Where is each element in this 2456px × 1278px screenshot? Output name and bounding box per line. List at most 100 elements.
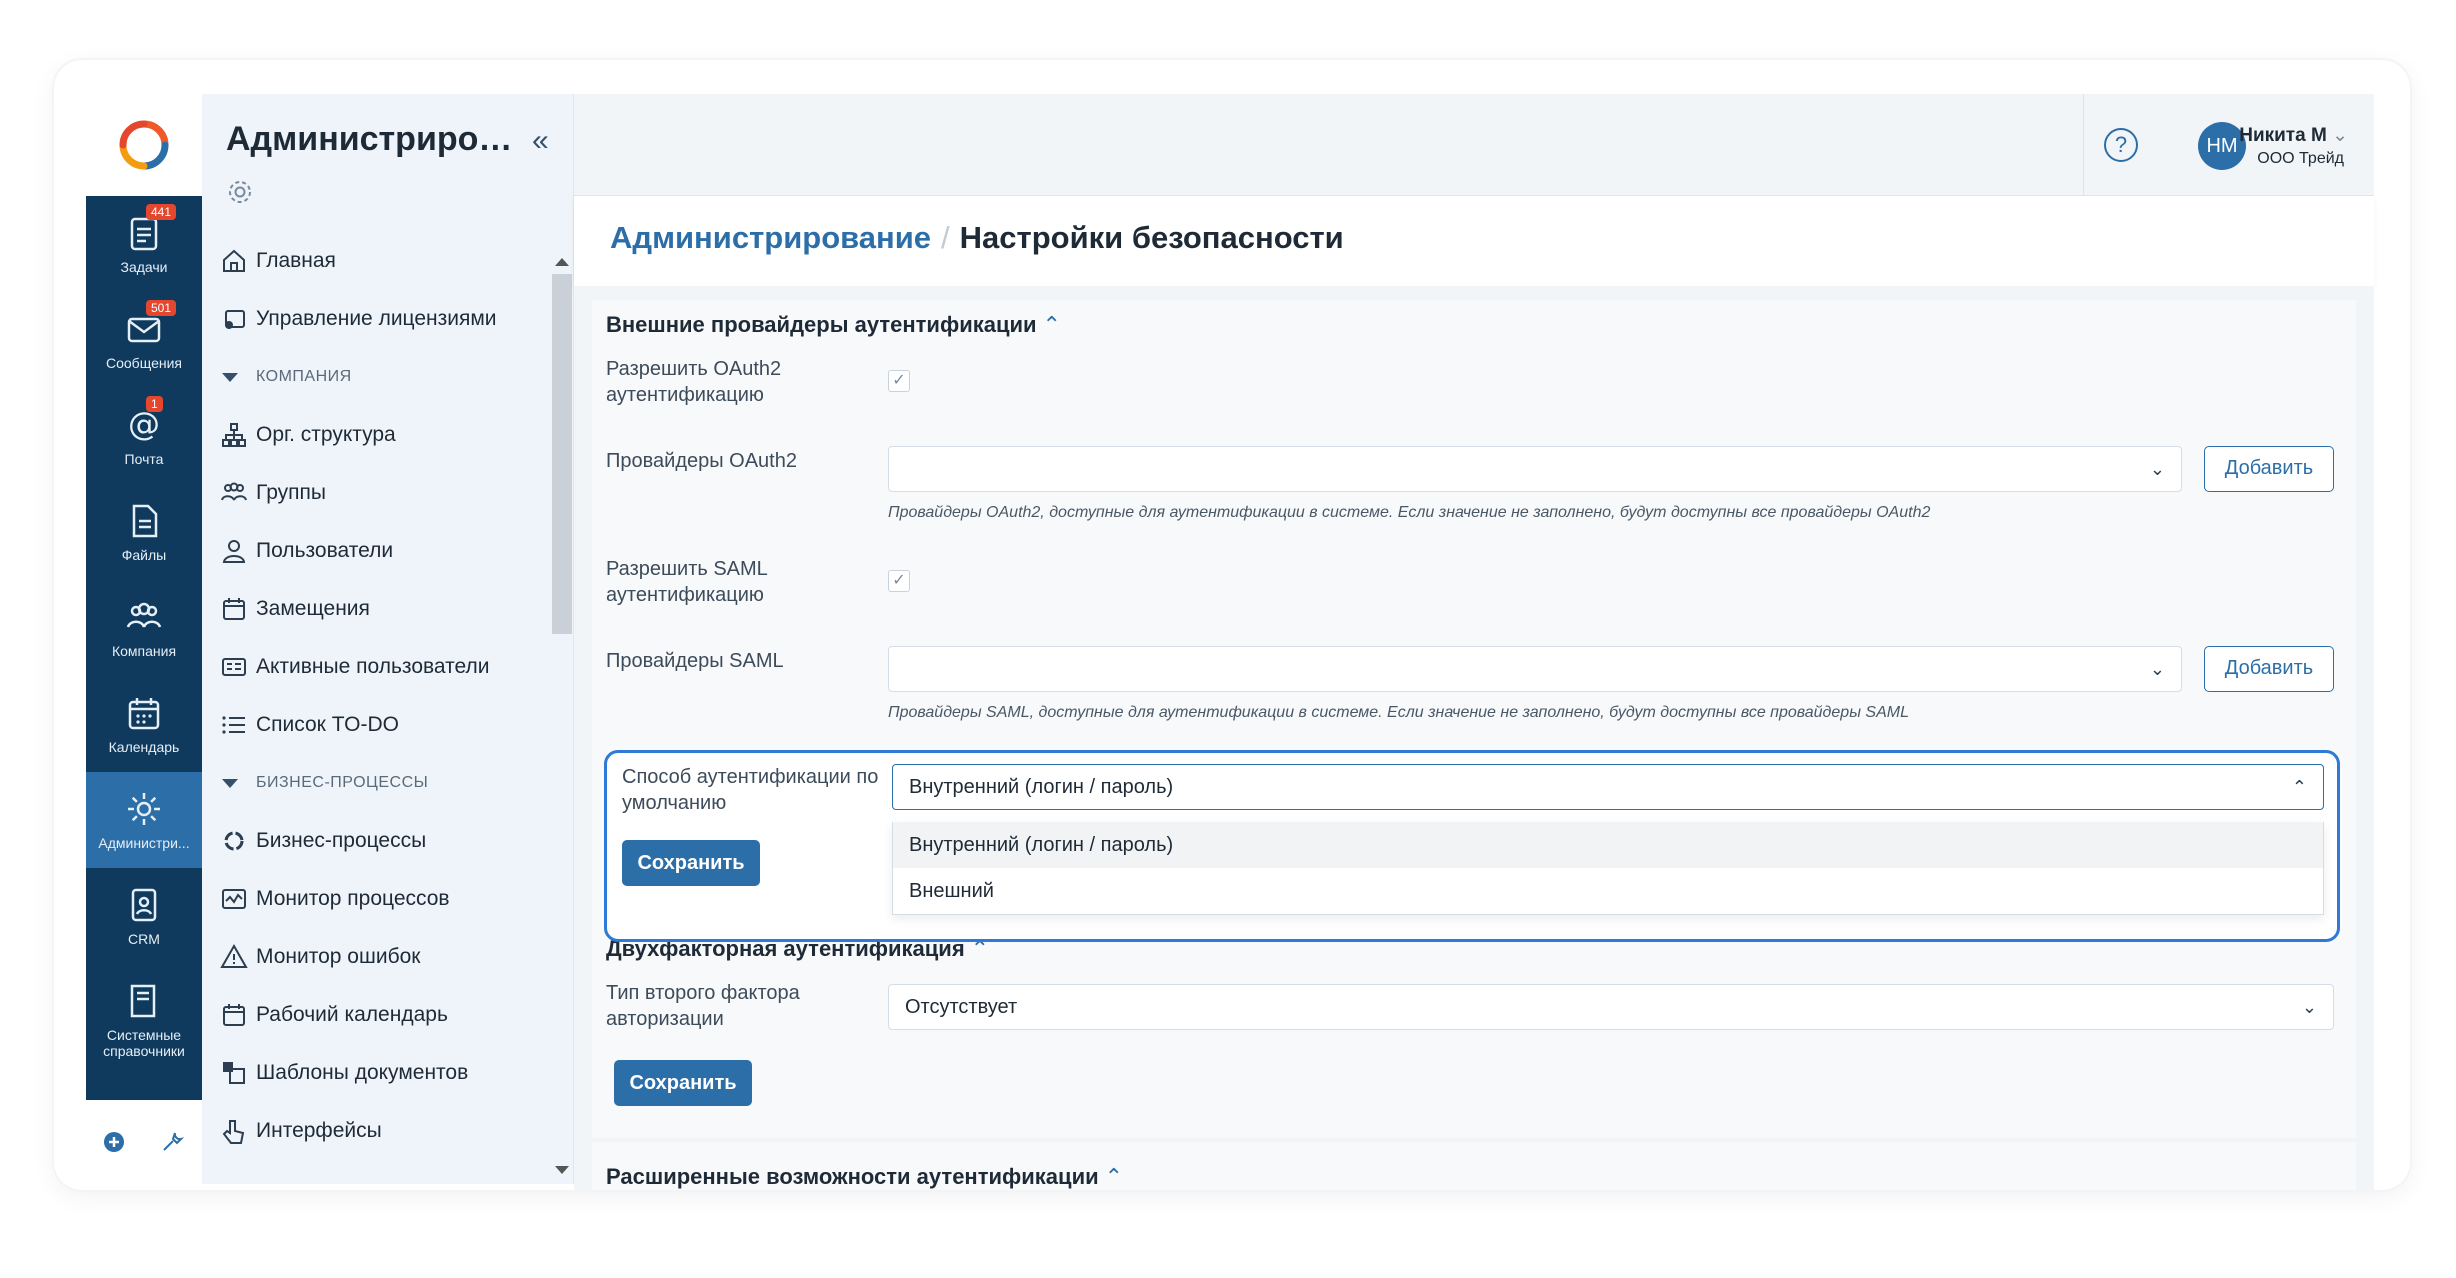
active-users-icon — [222, 658, 246, 676]
chevron-up-icon: ⌃ — [2291, 777, 2307, 797]
sidebar-item-doc-templates[interactable]: Шаблоны документов — [214, 1044, 534, 1102]
add-oauth-provider-button[interactable]: Добавить — [2204, 446, 2334, 492]
rail-item-messages[interactable]: 501 Сообщения — [86, 292, 202, 388]
oauth-providers-select[interactable]: ⌄ — [888, 446, 2182, 492]
caret-down-icon — [222, 778, 238, 788]
tasks-badge: 441 — [146, 204, 177, 220]
help-icon[interactable]: ? — [2104, 128, 2138, 162]
rail-item-admin[interactable]: Администри... — [86, 772, 202, 868]
breadcrumb-root-link[interactable]: Администрирование — [610, 220, 931, 255]
default-method-label: Способ аутентификации по умолчанию — [622, 766, 879, 814]
company-icon — [126, 602, 162, 628]
home-icon — [223, 249, 245, 272]
book-icon — [130, 984, 156, 1018]
admin-sidebar: Администриров... « Главная Управление ли… — [202, 94, 574, 1184]
sidebar-item-label: Орг. структура — [256, 423, 396, 446]
advanced-auth-title[interactable]: Расширенные возможности аутентификации ⌃ — [606, 1164, 1123, 1190]
rail-item-calendar[interactable]: Календарь — [86, 676, 202, 772]
files-icon — [132, 504, 158, 538]
sidebar-item-active-users[interactable]: Активные пользователи — [214, 638, 534, 696]
calendar-icon — [128, 698, 160, 730]
rail-item-mail[interactable]: @ 1 Почта — [86, 388, 202, 484]
elma-logo-icon — [119, 120, 169, 170]
saml-providers-select[interactable]: ⌄ — [888, 646, 2182, 692]
section-title-text: Внешние провайдеры аутентификации — [606, 312, 1037, 337]
sidebar-item-work-calendar[interactable]: Рабочий календарь — [214, 986, 534, 1044]
rail-label: Календарь — [108, 739, 180, 755]
process-icon — [224, 831, 244, 851]
rail-item-dictionaries[interactable]: Системные справочники — [86, 964, 202, 1076]
dropdown-option-external[interactable]: Внешний — [893, 868, 2323, 914]
template-icon — [223, 1062, 245, 1084]
license-icon — [225, 310, 245, 329]
sidebar-group-bp[interactable]: БИЗНЕС-ПРОЦЕССЫ — [214, 754, 534, 812]
scroll-down-icon[interactable] — [555, 1166, 569, 1174]
oauth-hint: Провайдеры OAuth2, доступные для аутенти… — [888, 504, 1931, 521]
collapse-sidebar-icon[interactable]: « — [532, 124, 549, 158]
sidebar-item-label: Группы — [256, 481, 326, 504]
rail-bottom — [86, 1100, 202, 1184]
rail-item-crm[interactable]: CRM — [86, 868, 202, 964]
sidebar-group-label: КОМПАНИЯ — [256, 368, 352, 385]
sidebar-item-substitutions[interactable]: Замещения — [214, 580, 534, 638]
mail-badge: 1 — [146, 396, 163, 412]
sidebar-scrollbar[interactable] — [550, 254, 574, 1184]
sidebar-item-label: Монитор ошибок — [256, 945, 421, 968]
rail-label: Администри... — [98, 835, 190, 851]
sidebar-item-label: Список TO-DO — [256, 713, 399, 736]
external-auth-title[interactable]: Внешние провайдеры аутентификации ⌃ — [606, 312, 1061, 338]
breadcrumb: Администрирование / Настройки безопасности — [610, 220, 1344, 256]
sidebar-nav: Главная Управление лицензиями КОМПАНИЯ О… — [214, 232, 534, 1160]
left-rail: 441 Задачи 501 Сообщения @ 1 Почта Файлы… — [86, 94, 202, 1184]
top-bar: ? НМ Никита М ⌄ ООО Трейд — [574, 94, 2374, 196]
sidebar-group-company[interactable]: КОМПАНИЯ — [214, 348, 534, 406]
rail-item-company[interactable]: Компания — [86, 580, 202, 676]
logo[interactable] — [86, 94, 202, 196]
scroll-up-icon[interactable] — [555, 258, 569, 266]
sidebar-item-process-monitor[interactable]: Монитор процессов — [214, 870, 534, 928]
sidebar-item-groups[interactable]: Группы — [214, 464, 534, 522]
twofa-type-value: Отсутствует — [905, 996, 1018, 1018]
saml-allow-label: Разрешить SAML аутентификацию — [606, 558, 768, 606]
twofa-save-button[interactable]: Сохранить — [614, 1060, 752, 1106]
breadcrumb-separator: / — [941, 220, 950, 255]
crm-icon — [131, 888, 157, 922]
rail-label: CRM — [128, 931, 160, 947]
add-saml-provider-button[interactable]: Добавить — [2204, 646, 2334, 692]
default-method-select[interactable]: Внутренний (логин / пароль) ⌃ — [892, 764, 2324, 810]
add-circle-icon[interactable] — [103, 1131, 125, 1153]
sidebar-item-label: Управление лицензиями — [256, 307, 497, 330]
sidebar-item-licenses[interactable]: Управление лицензиями — [214, 290, 534, 348]
sidebar-item-error-monitor[interactable]: Монитор ошибок — [214, 928, 534, 986]
sidebar-item-label: Активные пользователи — [256, 655, 490, 678]
sidebar-item-todo[interactable]: Список TO-DO — [214, 696, 534, 754]
chevron-down-icon: ⌄ — [2301, 997, 2317, 1017]
user-name[interactable]: Никита М ⌄ — [2239, 124, 2348, 147]
twofa-type-select[interactable]: Отсутствует ⌄ — [888, 984, 2334, 1030]
groups-icon — [221, 482, 247, 501]
dropdown-option-internal[interactable]: Внутренний (логин / пароль) — [893, 822, 2323, 868]
rail-label: Файлы — [121, 547, 167, 563]
rail-label: Сообщения — [106, 355, 182, 371]
sidebar-item-interfaces[interactable]: Интерфейсы — [214, 1102, 534, 1160]
rail-item-tasks[interactable]: 441 Задачи — [86, 196, 202, 292]
monitor-icon — [222, 889, 246, 909]
user-org: ООО Трейд — [2257, 150, 2344, 167]
rail-item-files[interactable]: Файлы — [86, 484, 202, 580]
sidebar-item-label: Пользователи — [256, 539, 394, 562]
org-structure-icon — [222, 423, 246, 447]
list-icon — [222, 716, 245, 734]
sidebar-item-home[interactable]: Главная — [214, 232, 534, 290]
sidebar-item-business-processes[interactable]: Бизнес-процессы — [214, 812, 534, 870]
sidebar-item-users[interactable]: Пользователи — [214, 522, 534, 580]
chevron-down-icon: ⌄ — [2149, 459, 2165, 479]
saml-allow-checkbox[interactable]: ✓ — [888, 570, 910, 592]
scroll-thumb[interactable] — [552, 274, 572, 634]
sidebar-item-label: Шаблоны документов — [256, 1061, 469, 1084]
wrench-icon[interactable] — [159, 1129, 185, 1155]
oauth-allow-checkbox[interactable]: ✓ — [888, 370, 910, 392]
sidebar-item-org[interactable]: Орг. структура — [214, 406, 534, 464]
sidebar-settings-icon[interactable] — [226, 178, 254, 206]
sidebar-group-label: БИЗНЕС-ПРОЦЕССЫ — [256, 774, 429, 791]
external-save-button[interactable]: Сохранить — [622, 840, 760, 886]
